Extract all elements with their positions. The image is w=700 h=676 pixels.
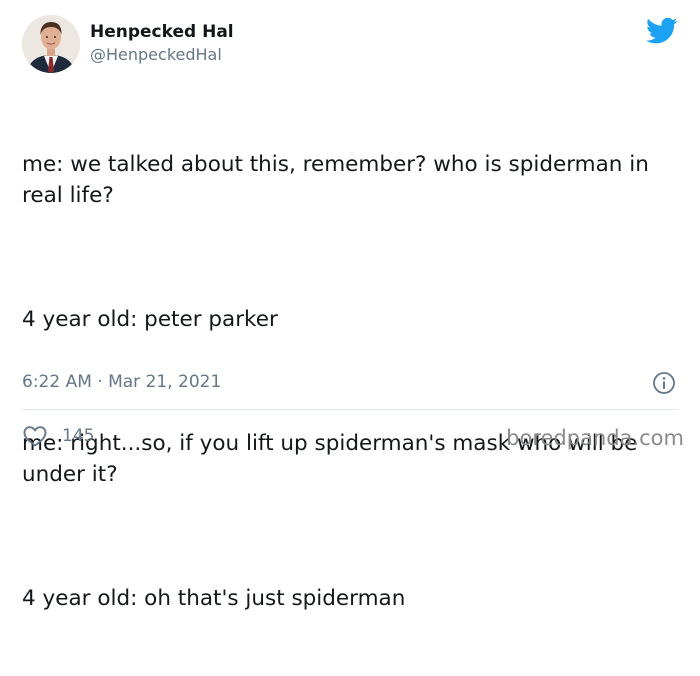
- author-display-name[interactable]: Henpecked Hal: [90, 22, 234, 42]
- like-button[interactable]: 145: [22, 424, 94, 448]
- tweet-paragraph: me: we talked about this, remember? who …: [22, 152, 656, 208]
- watermark: boredpanda.com: [506, 426, 684, 450]
- divider: [22, 409, 678, 410]
- twitter-bird-icon[interactable]: [646, 17, 678, 45]
- tweet-timestamp[interactable]: 6:22 AM · Mar 21, 2021: [22, 372, 221, 392]
- tweet-card: Henpecked Hal @HenpeckedHal me: we talke…: [0, 0, 700, 611]
- avatar-photo: [22, 15, 80, 73]
- author-handle[interactable]: @HenpeckedHal: [90, 45, 222, 64]
- like-count: 145: [62, 426, 95, 446]
- tweet-paragraph: 4 year old: oh that's just spiderman: [22, 586, 406, 611]
- info-icon[interactable]: [652, 371, 676, 395]
- author-avatar[interactable]: [22, 15, 80, 73]
- tweet-paragraph: 4 year old: peter parker: [22, 307, 278, 332]
- heart-icon[interactable]: [22, 424, 48, 448]
